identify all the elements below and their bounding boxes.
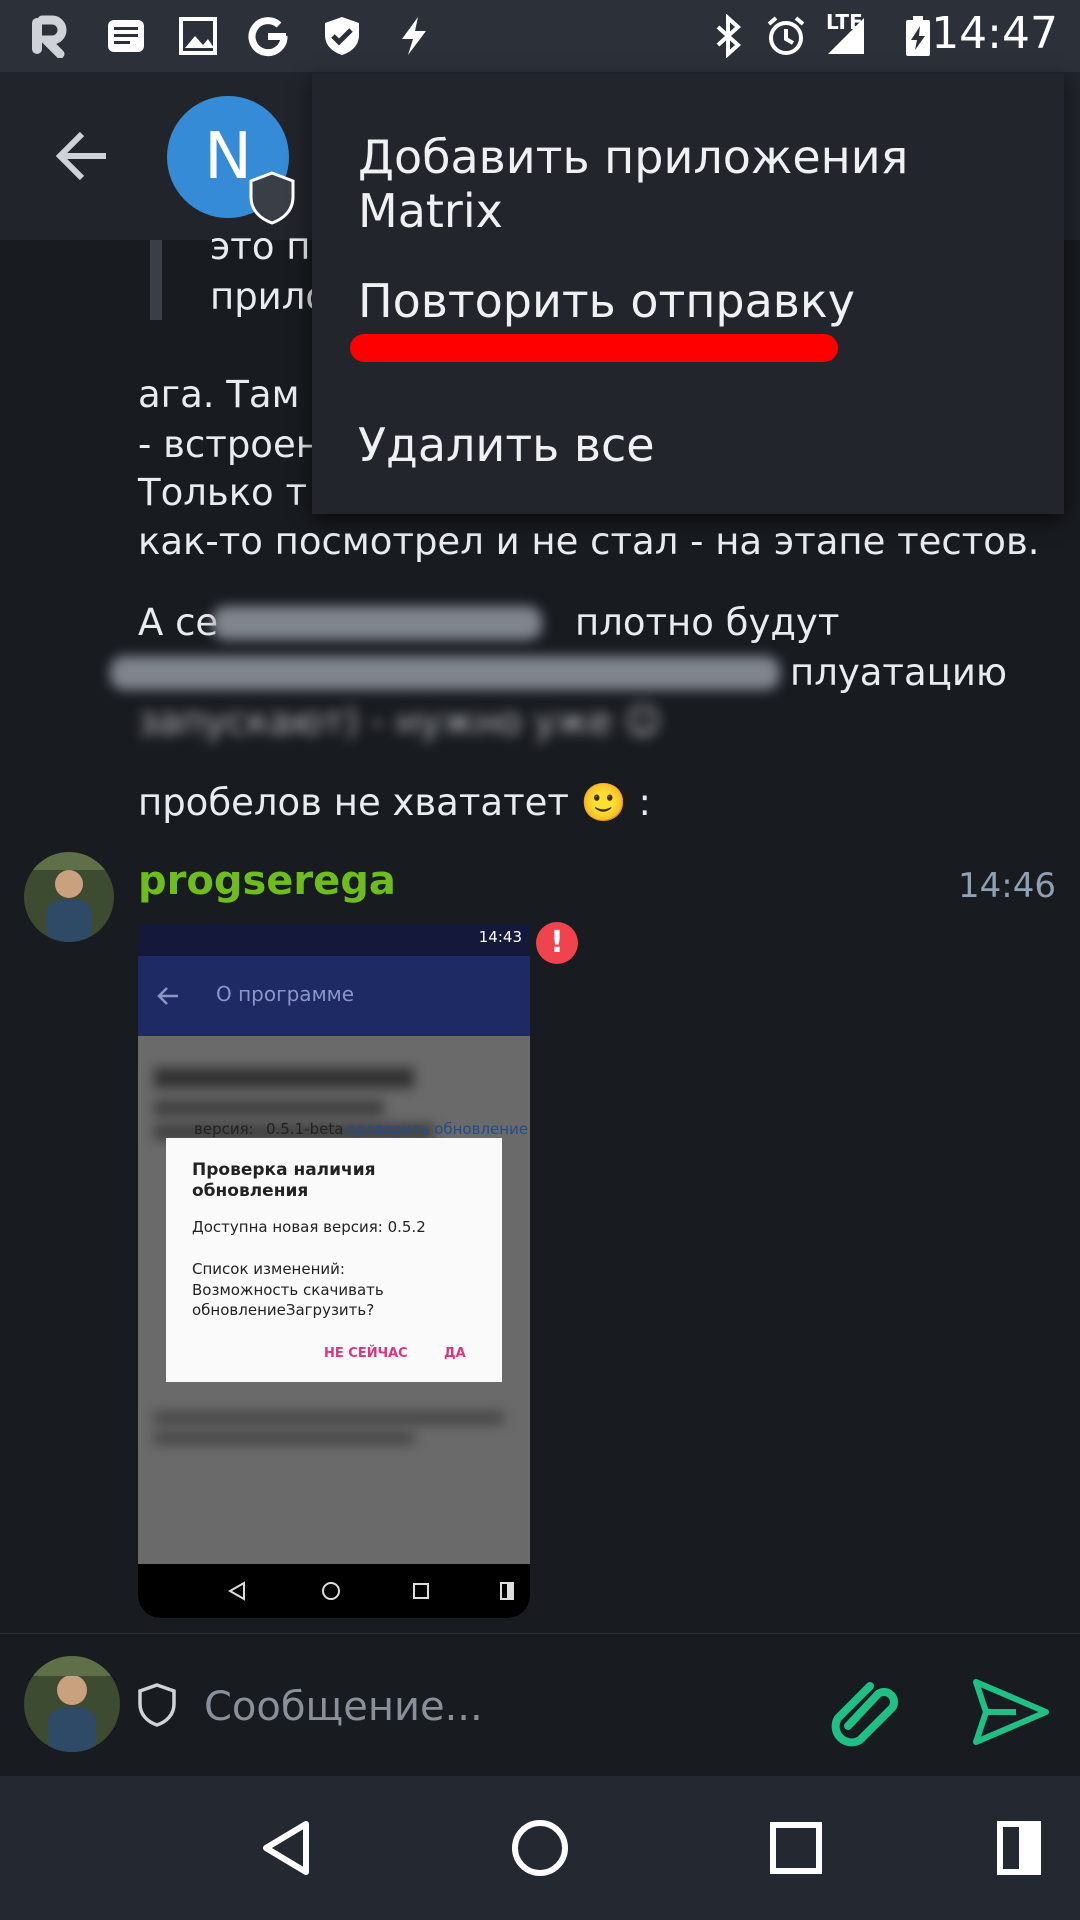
message-text-line: - встроен: [138, 423, 320, 466]
alarm-icon: [767, 16, 805, 55]
nav-split-screen-icon[interactable]: [996, 1820, 1042, 1876]
encryption-shield-icon: [138, 1683, 176, 1727]
attachment-version-value: 0.5.1-beta: [266, 1120, 344, 1138]
blurred-text: [154, 1432, 414, 1444]
attachment-version-label: версия:: [194, 1120, 254, 1138]
image-attachment[interactable]: 14:43 О программе версия: 0.5.1-beta про…: [138, 924, 530, 1618]
attachment-dialog-title: Проверка наличия обновления: [192, 1160, 376, 1201]
system-nav-bar: [0, 1776, 1080, 1920]
attachment-back-icon: [157, 987, 178, 1005]
sender-avatar[interactable]: [24, 852, 114, 942]
message-timestamp: 14:46: [958, 866, 1056, 906]
status-bar: LTE 14:47: [0, 0, 1080, 72]
message-text-blurred: запускают) - нужно уже ☺: [138, 700, 663, 743]
nav-recents-icon[interactable]: [768, 1820, 824, 1876]
quote-line-2: прило: [210, 275, 329, 318]
attachment-nav-home-icon: [322, 1582, 340, 1600]
redacted-text: [212, 606, 542, 640]
attachment-check-update-link: проверить обновление: [346, 1120, 529, 1138]
attachment-nav-back-icon: [227, 1581, 245, 1601]
notes-icon: [108, 20, 144, 52]
quote-bar: [150, 240, 162, 320]
attachment-dialog: Проверка наличия обновления Доступна нов…: [166, 1138, 502, 1382]
attachment-dialog-changes-text: Возможность скачивать обновлениеЗагрузит…: [192, 1281, 384, 1319]
shield-check-icon: [325, 17, 359, 55]
back-arrow-icon[interactable]: [52, 118, 112, 194]
redacted-text: [110, 656, 780, 690]
nav-back-icon[interactable]: [258, 1818, 314, 1878]
status-time: 14:47: [931, 8, 1058, 59]
overflow-menu: Добавить приложения Matrix Повторить отп…: [312, 74, 1064, 514]
attachment-status-time: 14:43: [478, 928, 522, 946]
image-icon: [179, 17, 217, 55]
message-text-line: пробелов не хвататет 🙂 :: [138, 781, 651, 824]
attachment-dialog-available: Доступна новая версия: 0.5.2: [192, 1218, 426, 1236]
message-text-line: ага. Там: [138, 373, 300, 416]
blurred-text: [154, 1068, 414, 1088]
flash-icon: [402, 17, 426, 55]
message-text-line: Только т: [138, 471, 307, 514]
menu-item-resend[interactable]: Повторить отправку: [358, 274, 855, 328]
attachment-toolbar: О программе: [138, 956, 530, 1036]
menu-item-add-matrix-apps[interactable]: Добавить приложения Matrix: [358, 130, 1064, 238]
attachment-toolbar-title: О программе: [216, 982, 355, 1006]
menu-item-delete-all[interactable]: Удалить все: [358, 418, 655, 472]
riot-icon: [32, 15, 67, 58]
message-text-prefix: А се: [138, 601, 219, 644]
network-type-label: LTE: [826, 10, 863, 34]
my-avatar[interactable]: [24, 1656, 120, 1752]
google-icon: [248, 17, 288, 57]
blurred-text: [154, 1100, 384, 1116]
attachment-status-bar: 14:43: [138, 924, 530, 956]
message-input[interactable]: [202, 1676, 806, 1738]
send-error-icon[interactable]: !: [536, 922, 578, 964]
nav-home-icon[interactable]: [510, 1818, 570, 1878]
bluetooth-icon: [716, 14, 741, 58]
message-text-line: как-то посмотрел и не стал - на этапе те…: [138, 520, 1040, 563]
attachment-dialog-yes: ДА: [444, 1346, 466, 1361]
send-button[interactable]: [968, 1670, 1052, 1754]
attachment-dialog-later: НЕ СЕЙЧАС: [324, 1346, 408, 1361]
attachment-dialog-changes-label: Список изменений:: [192, 1260, 345, 1278]
attachment-nav-split-icon: [500, 1582, 514, 1600]
red-underline-annotation: [350, 334, 838, 362]
attachment-nav-recents-icon: [413, 1583, 429, 1599]
message-text-suffix: плотно будут: [575, 601, 840, 644]
blurred-text: [154, 1412, 504, 1424]
encryption-shield-icon: [249, 171, 295, 225]
attach-button[interactable]: [826, 1670, 906, 1750]
quote-line-1: это п: [210, 225, 311, 268]
message-text-suffix: плуатацию: [790, 651, 1008, 694]
sender-name[interactable]: progserega: [138, 858, 396, 904]
attachment-nav-bar: [138, 1564, 530, 1618]
